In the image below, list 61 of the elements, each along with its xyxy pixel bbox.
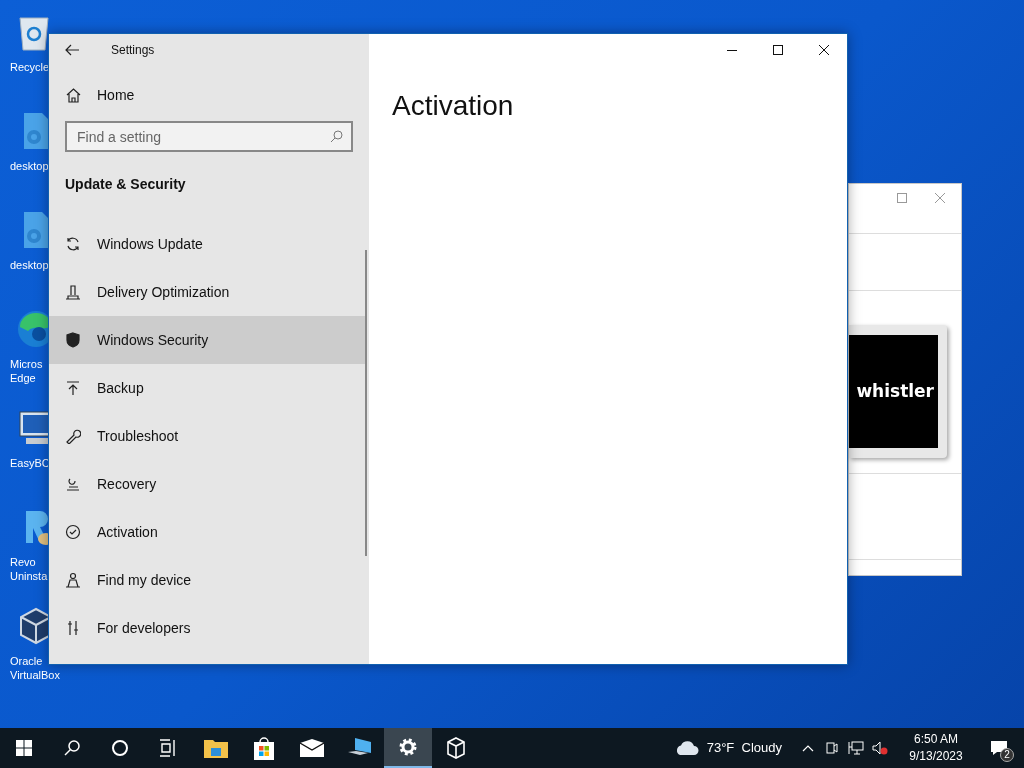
desktop-icon-label[interactable]: Recycle — [10, 60, 50, 74]
section-heading: Update & Security — [65, 175, 187, 194]
camera-icon[interactable] — [826, 741, 838, 755]
window-title: Settings — [111, 42, 155, 59]
scrollbar[interactable] — [365, 250, 367, 556]
maximize-icon[interactable] — [897, 193, 907, 203]
envelope-icon[interactable] — [300, 739, 324, 757]
wrench-icon — [65, 428, 81, 444]
notification-button[interactable]: 2 — [984, 728, 1014, 768]
cloud-icon[interactable] — [674, 741, 699, 755]
muted-speaker-icon[interactable] — [872, 741, 888, 755]
close-icon — [819, 45, 829, 55]
nav-item[interactable]: Windows Update — [49, 220, 366, 268]
desktop-icon-label[interactable]: Edge — [10, 371, 36, 385]
desktop-icon-label[interactable]: desktop — [10, 159, 49, 173]
desktop-icon-label[interactable]: Micros — [10, 357, 43, 371]
chevron-up-icon[interactable] — [802, 744, 814, 752]
close-icon[interactable] — [935, 193, 945, 203]
desktop-icon-label[interactable]: Revo — [10, 555, 36, 569]
settings-icon[interactable] — [398, 737, 418, 757]
search-field[interactable]: Find a setting — [65, 121, 353, 152]
check-circle-icon — [65, 524, 81, 540]
nav-item[interactable]: For developers — [49, 604, 366, 652]
cube-icon[interactable] — [446, 737, 466, 759]
weather-text[interactable]: 73°F Cloudy — [706, 738, 782, 758]
nav-item[interactable]: Find my device — [49, 556, 366, 604]
developer-tools-icon — [65, 620, 81, 636]
nav-item[interactable]: Windows Security — [49, 316, 366, 364]
shield-icon — [65, 332, 81, 348]
desktop-icon-label[interactable]: VirtualBox — [10, 668, 60, 682]
back-arrow-icon[interactable] — [65, 44, 79, 56]
nav-item[interactable]: Recovery — [49, 460, 366, 508]
maximize-icon — [773, 45, 783, 55]
minimize-icon — [727, 49, 737, 51]
clock-time[interactable]: 6:50 AM — [914, 731, 958, 748]
taskbar-button[interactable] — [384, 728, 432, 768]
desktop-icon-label[interactable]: desktop — [10, 258, 49, 272]
upload-tray-icon — [65, 284, 81, 300]
nav-item[interactable]: Backup — [49, 364, 366, 412]
clock-date[interactable]: 9/13/2023 — [909, 748, 963, 765]
shopping-bag-icon[interactable] — [253, 736, 275, 760]
recovery-icon — [65, 476, 81, 492]
search-icon[interactable] — [63, 739, 81, 757]
folder-icon[interactable] — [204, 738, 228, 758]
task-view-icon[interactable] — [159, 739, 177, 757]
network-icon[interactable] — [848, 741, 864, 755]
home-icon — [66, 87, 81, 103]
home-link[interactable]: Home — [49, 79, 369, 111]
nav-item[interactable]: Activation — [49, 508, 366, 556]
desktop-icon-label[interactable]: Oracle — [10, 654, 43, 668]
circle-icon[interactable] — [111, 739, 129, 757]
page-title: Activation — [392, 89, 515, 123]
banner-text: whistler — [856, 379, 934, 403]
desktop-icon-label[interactable]: Uninsta — [10, 569, 48, 583]
person-icon — [65, 572, 81, 588]
notification-badge: 2 — [1000, 748, 1014, 762]
refresh-icon — [65, 236, 81, 252]
nav-item[interactable]: Troubleshoot — [49, 412, 366, 460]
nav-item[interactable]: Delivery Optimization — [49, 268, 366, 316]
up-arrow-icon — [65, 380, 81, 396]
desktop-icon-label[interactable]: EasyBC — [10, 456, 50, 470]
